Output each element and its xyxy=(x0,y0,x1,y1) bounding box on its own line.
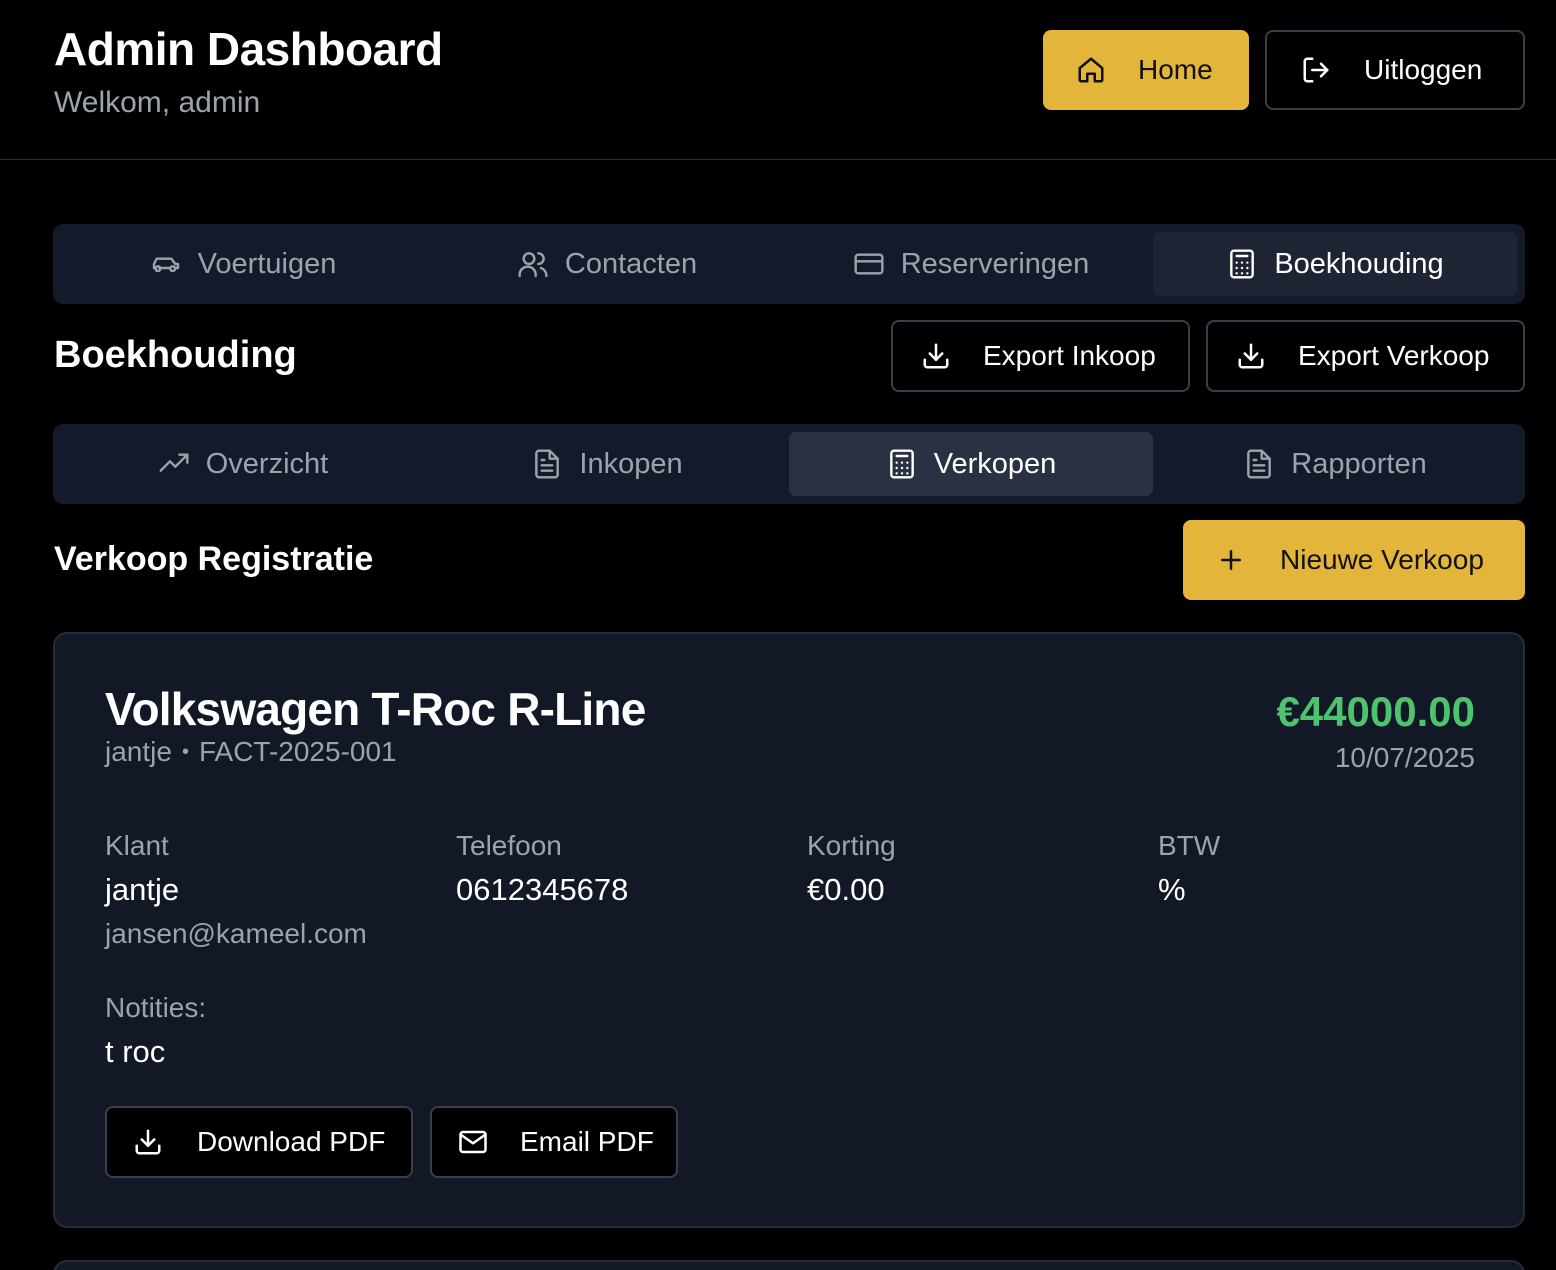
download-pdf-button[interactable]: Download PDF xyxy=(105,1106,413,1178)
tab-contacten[interactable]: Contacten xyxy=(425,232,789,296)
seller-name: jantje xyxy=(105,736,172,767)
tab-voertuigen[interactable]: Voertuigen xyxy=(61,232,425,296)
btw-label: BTW xyxy=(1158,830,1221,861)
tab-label: Overzicht xyxy=(205,447,329,480)
home-button[interactable]: Home xyxy=(1043,30,1249,110)
korting-label: Korting xyxy=(807,830,896,861)
telefoon-value: 0612345678 xyxy=(456,872,629,907)
tab-rapporten[interactable]: Rapporten xyxy=(1153,432,1517,496)
tab-reserveringen[interactable]: Reserveringen xyxy=(789,232,1153,296)
top-header: Admin Dashboard Welkom, admin Home Uitlo… xyxy=(0,0,1556,160)
sale-card: Volkswagen T-Roc R-Line jantje • FACT-20… xyxy=(53,632,1525,1228)
vehicle-name: Volkswagen T-Roc R-Line xyxy=(105,683,646,735)
meta-separator: • xyxy=(181,740,189,763)
new-sale-label: Nieuwe Verkoop xyxy=(1280,544,1484,575)
tab-label: Reserveringen xyxy=(900,247,1090,280)
car-icon xyxy=(150,248,182,280)
tab-label: Voertuigen xyxy=(197,247,337,280)
btw-field: BTW % xyxy=(1158,830,1220,908)
tab-label: Inkopen xyxy=(579,447,683,480)
korting-field: Korting €0.00 xyxy=(807,830,896,908)
home-icon xyxy=(1076,55,1106,85)
invoice-number: FACT-2025-001 xyxy=(198,736,397,767)
tab-label: Boekhouding xyxy=(1274,247,1444,280)
users-icon xyxy=(517,248,549,280)
btw-value: % xyxy=(1158,872,1186,907)
export-inkoop-button[interactable]: Export Inkoop xyxy=(891,320,1190,392)
export-verkoop-label: Export Verkoop xyxy=(1298,340,1490,371)
klant-label: Klant xyxy=(105,830,169,861)
file-text-icon xyxy=(531,448,563,480)
tab-inkopen[interactable]: Inkopen xyxy=(425,432,789,496)
calculator-icon xyxy=(1226,248,1258,280)
telefoon-field: Telefoon 0612345678 xyxy=(456,830,628,908)
calculator-icon xyxy=(886,448,918,480)
tab-label: Rapporten xyxy=(1291,447,1427,480)
download-pdf-label: Download PDF xyxy=(197,1126,386,1157)
download-icon xyxy=(1236,341,1266,371)
notes-label: Notities: xyxy=(105,992,207,1023)
tab-verkopen[interactable]: Verkopen xyxy=(789,432,1153,496)
download-icon xyxy=(133,1127,163,1157)
tab-overzicht[interactable]: Overzicht xyxy=(61,432,425,496)
export-verkoop-button[interactable]: Export Verkoop xyxy=(1206,320,1525,392)
next-sale-card xyxy=(53,1260,1525,1270)
email-pdf-button[interactable]: Email PDF xyxy=(430,1106,678,1178)
sale-meta: jantje • FACT-2025-001 xyxy=(105,736,397,768)
welcome-text: Welkom, admin xyxy=(54,86,261,119)
log-out-icon xyxy=(1301,55,1331,85)
trending-up-icon xyxy=(158,448,190,480)
download-icon xyxy=(921,341,951,371)
tab-label: Contacten xyxy=(564,247,698,280)
klant-name: jantje xyxy=(105,872,180,907)
sale-price: €44000.00 xyxy=(1276,688,1475,735)
new-sale-button[interactable]: Nieuwe Verkoop xyxy=(1183,520,1525,600)
email-pdf-label: Email PDF xyxy=(520,1126,654,1157)
section-title: Boekhouding xyxy=(54,334,297,376)
korting-value: €0.00 xyxy=(807,872,885,907)
logout-button-label: Uitloggen xyxy=(1364,54,1483,85)
plus-icon xyxy=(1216,545,1246,575)
tab-boekhouding[interactable]: Boekhouding xyxy=(1153,232,1517,296)
klant-email: jansen@kameel.com xyxy=(105,918,367,949)
file-text-icon xyxy=(1243,448,1275,480)
telefoon-label: Telefoon xyxy=(456,830,562,861)
sub-tabbar: Overzicht Inkopen Verkopen Rapporten xyxy=(53,424,1525,504)
logout-button[interactable]: Uitloggen xyxy=(1265,30,1525,110)
page-title: Admin Dashboard xyxy=(54,23,443,75)
sale-date: 10/07/2025 xyxy=(1334,742,1475,773)
credit-card-icon xyxy=(853,248,885,280)
sales-title: Verkoop Registratie xyxy=(54,540,374,578)
export-inkoop-label: Export Inkoop xyxy=(983,340,1156,371)
main-tabbar: Voertuigen Contacten Reserveringen Boekh… xyxy=(53,224,1525,304)
mail-icon xyxy=(458,1127,488,1157)
notes-value: t roc xyxy=(105,1034,166,1069)
home-button-label: Home xyxy=(1138,54,1213,85)
tab-label: Verkopen xyxy=(933,447,1057,480)
klant-field: Klant jantje jansen@kameel.com xyxy=(105,830,367,950)
